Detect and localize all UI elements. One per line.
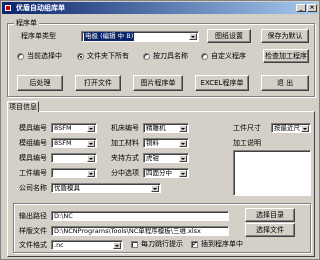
minimize-icon[interactable]: _ <box>296 4 306 12</box>
tab-project-info[interactable]: 项目信息 <box>7 101 39 112</box>
window-title: 优盾自动组库单 <box>16 4 65 12</box>
template-file-value: D:\NCNPrograms\Tools\NC单程序模板\三维.xlsx <box>54 227 201 235</box>
template-file-label: 样版文件 <box>19 227 47 235</box>
choose-dir-button[interactable]: 选择目录 <box>245 208 295 222</box>
mold-number-value: 8SFM <box>54 124 72 132</box>
app-icon <box>4 4 12 12</box>
radio-folder-all-label: 文件夹下所有 <box>87 52 129 60</box>
radio-custom-label: 自定义程序 <box>211 52 246 60</box>
centering-select[interactable]: 四面分中 <box>143 168 189 178</box>
mold-group-value: 8SFM <box>54 139 72 147</box>
chevron-down-icon[interactable] <box>151 185 159 192</box>
mold-id-label: 模具编号 <box>19 154 47 162</box>
file-format-value: .nc <box>54 241 64 249</box>
settings-button[interactable]: 图纸设置 <box>207 29 251 43</box>
machine-number-label: 机床编号 <box>111 124 139 132</box>
chevron-down-icon[interactable] <box>179 170 187 177</box>
chevron-down-icon[interactable] <box>189 33 197 40</box>
choose-file-button[interactable]: 选择文件 <box>245 223 295 237</box>
split-line-label: 每刀跳行提示 <box>141 240 183 248</box>
centering-label: 分中选项 <box>111 169 139 177</box>
exit-button[interactable]: 退 出 <box>261 75 309 91</box>
split-line-checkbox[interactable] <box>131 241 138 248</box>
program-group-title: 程序单 <box>14 19 39 28</box>
program-type-label: 程序单类型 <box>21 32 56 40</box>
mold-group-select[interactable]: 8SFM <box>51 138 97 148</box>
chevron-down-icon[interactable] <box>87 170 95 177</box>
chevron-down-icon[interactable] <box>87 155 95 162</box>
mold-group-label: 模组编号 <box>19 139 47 147</box>
machine-number-select[interactable]: 精雕机 <box>143 123 189 133</box>
company-name-select[interactable]: 优盾模具 <box>51 183 161 193</box>
mold-id-select[interactable] <box>51 153 97 163</box>
post-process-button[interactable]: 后处理 <box>17 75 63 91</box>
radio-current-selection[interactable] <box>17 53 24 60</box>
chevron-down-icon[interactable] <box>87 140 95 147</box>
file-format-label: 文件格式 <box>19 241 47 249</box>
graph-sheet-button[interactable]: 图片程序单 <box>133 75 183 91</box>
radio-by-tool-label: 按刀具名称 <box>153 52 188 60</box>
chevron-down-icon[interactable] <box>113 242 121 249</box>
clamp-method-label: 夹持方式 <box>111 154 139 162</box>
chevron-down-icon[interactable] <box>179 140 187 147</box>
chevron-down-icon[interactable] <box>179 125 187 132</box>
app-window: 优盾自动组库单 _ × 程序单 程序单类型 电极 (编辑 中 B) 图纸设置 保… <box>0 0 320 260</box>
close-icon[interactable]: × <box>307 4 317 12</box>
insert-sheet-label: 插到程序单中 <box>201 240 243 248</box>
workpiece-size-label: 工件尺寸 <box>233 124 261 132</box>
centering-value: 四面分中 <box>146 169 172 177</box>
template-file-input[interactable]: D:\NCNPrograms\Tools\NC单程序模板\三维.xlsx <box>51 226 229 236</box>
notes-textarea[interactable] <box>233 150 311 196</box>
machine-number-value: 精雕机 <box>146 124 166 132</box>
clamp-method-value: 虎钳 <box>146 154 159 162</box>
output-path-input[interactable]: D:\NC <box>51 211 229 221</box>
workpiece-number-label: 工件编号 <box>19 169 47 177</box>
program-type-value: 电极 (编辑 中 B) <box>84 32 135 41</box>
company-name-label: 公司名称 <box>19 184 47 192</box>
radio-current-selection-label: 当前选择中 <box>27 52 62 60</box>
mold-number-label: 模具编号 <box>19 124 47 132</box>
material-label: 加工材料 <box>111 139 139 147</box>
check-program-button[interactable]: 检查加工程序 <box>263 49 309 63</box>
mold-number-select[interactable]: 8SFM <box>51 123 97 133</box>
radio-by-tool[interactable] <box>143 53 150 60</box>
material-value: 铜料 <box>146 139 159 147</box>
insert-sheet-checkbox[interactable] <box>191 240 198 249</box>
open-file-button[interactable]: 打开文件 <box>75 75 121 91</box>
chevron-down-icon[interactable] <box>301 125 309 132</box>
company-name-value: 优盾模具 <box>54 184 80 192</box>
title-bar: 优盾自动组库单 _ × <box>2 2 318 14</box>
workpiece-number-select[interactable] <box>51 168 97 178</box>
clamp-method-select[interactable]: 虎钳 <box>143 153 189 163</box>
notes-label: 加工说明 <box>233 139 261 147</box>
chevron-down-icon[interactable] <box>87 125 95 132</box>
excel-sheet-button[interactable]: EXCEL程序单 <box>195 75 249 91</box>
material-select[interactable]: 铜料 <box>143 138 189 148</box>
workpiece-size-select[interactable]: 按最近尺寸 <box>271 123 311 133</box>
radio-folder-all[interactable] <box>77 53 84 60</box>
save-default-button[interactable]: 保存为默认 <box>261 29 309 43</box>
radio-custom[interactable] <box>201 53 208 60</box>
program-type-select[interactable]: 电极 (编辑 中 B) <box>81 31 199 42</box>
chevron-down-icon[interactable] <box>179 155 187 162</box>
file-format-select[interactable]: .nc <box>51 240 123 250</box>
output-path-value: D:\NC <box>54 212 73 220</box>
output-path-label: 输出路径 <box>19 212 47 220</box>
